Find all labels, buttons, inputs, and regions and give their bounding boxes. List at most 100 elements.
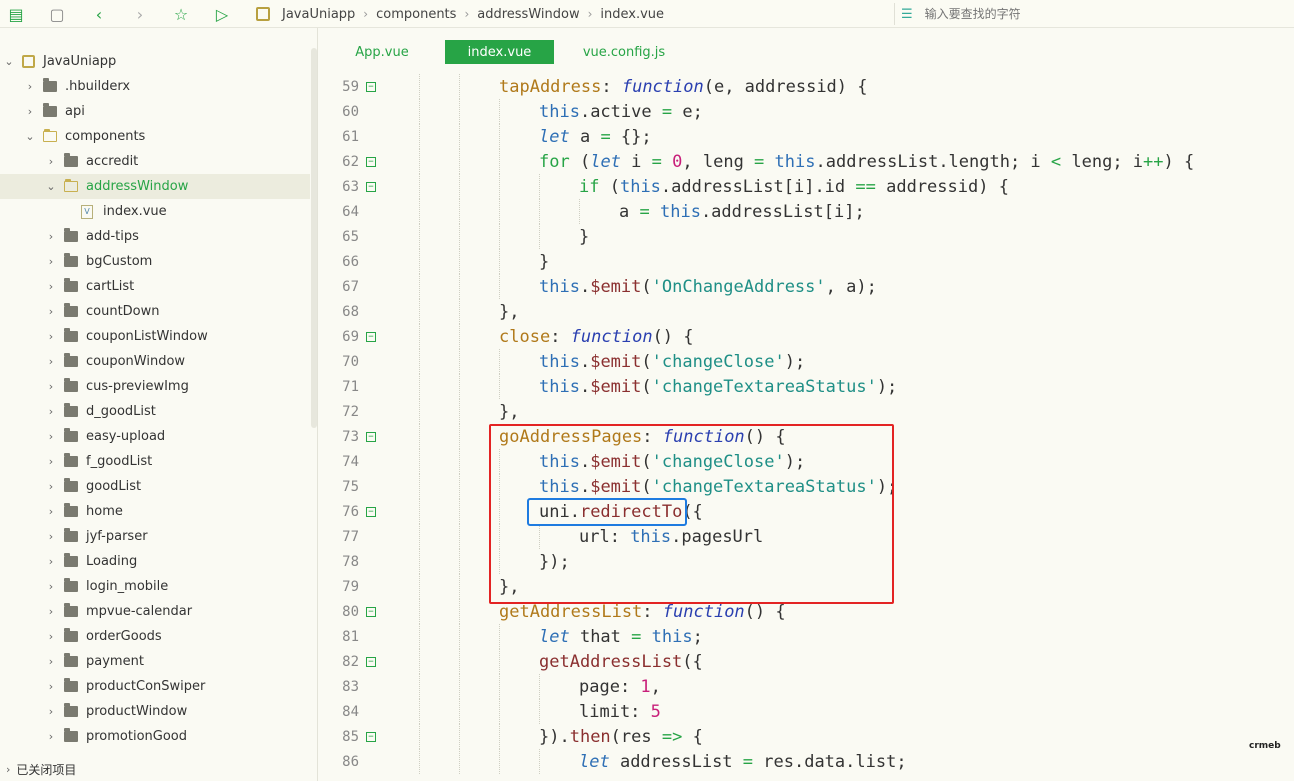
code-editor[interactable]: 59− tapAddress: function(e, addressid) {6… [319, 74, 1294, 781]
tree-item[interactable]: › productWindow [0, 699, 318, 724]
chevron-right-icon[interactable]: › [46, 405, 56, 418]
chevron-right-icon[interactable]: › [46, 555, 56, 568]
fold-toggle-icon[interactable]: − [366, 656, 376, 667]
tree-item[interactable]: › cartList [0, 274, 318, 299]
code-line[interactable]: 61 let a = {}; [319, 124, 1294, 149]
code-line[interactable]: 70 this.$emit('changeClose'); [319, 349, 1294, 374]
chevron-right-icon[interactable]: › [46, 305, 56, 318]
code-line[interactable]: 86 let addressList = res.data.list; [319, 749, 1294, 774]
fold-toggle-icon[interactable]: − [366, 81, 376, 92]
code-line[interactable]: 68}, [319, 299, 1294, 324]
search-input[interactable] [924, 7, 1225, 21]
tree-item[interactable]: › f_goodList [0, 449, 318, 474]
breadcrumb-item[interactable]: index.vue [600, 7, 664, 22]
tree-item[interactable]: › productConSwiper [0, 674, 318, 699]
tree-item[interactable]: › mpvue-calendar [0, 599, 318, 624]
fold-toggle-icon[interactable]: − [366, 156, 376, 167]
chevron-right-icon[interactable]: › [46, 630, 56, 643]
code-line[interactable]: 72}, [319, 399, 1294, 424]
breadcrumb-item[interactable]: addressWindow [477, 7, 579, 22]
run-icon[interactable]: ▷ [212, 4, 232, 24]
tab-index-vue[interactable]: index.vue [445, 40, 554, 64]
breadcrumb-item[interactable]: JavaUniapp [282, 7, 355, 22]
tree-item[interactable]: › add-tips [0, 224, 318, 249]
tree-item[interactable]: › .hbuilderx [0, 74, 318, 99]
chevron-right-icon[interactable]: › [46, 505, 56, 518]
code-line[interactable]: 69− close: function() { [319, 324, 1294, 349]
chevron-right-icon[interactable]: › [46, 680, 56, 693]
breadcrumb-item[interactable]: components [376, 7, 456, 22]
code-line[interactable]: 64 a = this.addressList[i]; [319, 199, 1294, 224]
code-line[interactable]: 81 let that = this; [319, 624, 1294, 649]
tree-item[interactable]: ⌄ components [0, 124, 318, 149]
fold-toggle-icon[interactable]: − [366, 181, 376, 192]
tree-item[interactable]: › login_mobile [0, 574, 318, 599]
chevron-down-icon[interactable]: ⌄ [25, 130, 35, 143]
tree-item[interactable]: › payment [0, 649, 318, 674]
tree-item[interactable]: › couponListWindow [0, 324, 318, 349]
code-line[interactable]: 83 page: 1, [319, 674, 1294, 699]
tree-item[interactable]: Vindex.vue [0, 199, 318, 224]
code-line[interactable]: 85−}).then(res => { [319, 724, 1294, 749]
back-icon[interactable]: ‹ [89, 4, 109, 24]
tree-item[interactable]: › promotionGood [0, 724, 318, 749]
tree-item[interactable]: › home [0, 499, 318, 524]
tab-vue-config-js[interactable]: vue.config.js [554, 40, 694, 64]
chevron-right-icon[interactable]: › [46, 455, 56, 468]
chevron-down-icon[interactable]: ⌄ [4, 55, 14, 68]
fold-toggle-icon[interactable]: − [366, 431, 376, 442]
tab-app-vue[interactable]: App.vue [319, 40, 445, 64]
code-line[interactable]: 60 this.active = e; [319, 99, 1294, 124]
chevron-right-icon[interactable]: › [25, 80, 35, 93]
code-line[interactable]: 67 this.$emit('OnChangeAddress', a); [319, 274, 1294, 299]
code-line[interactable]: 78}); [319, 549, 1294, 574]
code-line[interactable]: 59− tapAddress: function(e, addressid) { [319, 74, 1294, 99]
chevron-right-icon[interactable]: › [46, 255, 56, 268]
code-line[interactable]: 71 this.$emit('changeTextareaStatus'); [319, 374, 1294, 399]
code-line[interactable]: 76− uni.redirectTo({ [319, 499, 1294, 524]
sidebar-scrollbar[interactable] [311, 48, 317, 428]
chevron-right-icon[interactable]: › [46, 380, 56, 393]
chevron-right-icon[interactable]: › [25, 105, 35, 118]
chevron-right-icon[interactable]: › [46, 605, 56, 618]
chevron-right-icon[interactable]: › [46, 480, 56, 493]
tree-item[interactable]: › bgCustom [0, 249, 318, 274]
tree-item[interactable]: › jyf-parser [0, 524, 318, 549]
chevron-right-icon[interactable]: › [46, 530, 56, 543]
code-line[interactable]: 66} [319, 249, 1294, 274]
chevron-right-icon[interactable]: › [46, 230, 56, 243]
code-line[interactable]: 77 url: this.pagesUrl [319, 524, 1294, 549]
chevron-right-icon[interactable]: › [46, 330, 56, 343]
tree-item[interactable]: › easy-upload [0, 424, 318, 449]
chevron-right-icon[interactable]: › [46, 655, 56, 668]
chevron-right-icon[interactable]: › [46, 155, 56, 168]
chevron-right-icon[interactable]: › [46, 280, 56, 293]
chevron-right-icon[interactable]: › [46, 705, 56, 718]
code-line[interactable]: 65} [319, 224, 1294, 249]
code-line[interactable]: 79}, [319, 574, 1294, 599]
code-line[interactable]: 73− goAddressPages: function() { [319, 424, 1294, 449]
new-file-icon[interactable]: ▤ [6, 4, 26, 24]
fold-toggle-icon[interactable]: − [366, 331, 376, 342]
tree-item[interactable]: › goodList [0, 474, 318, 499]
tree-item[interactable]: › d_goodList [0, 399, 318, 424]
chevron-down-icon[interactable]: ⌄ [46, 180, 56, 193]
chevron-right-icon[interactable]: › [46, 430, 56, 443]
fold-toggle-icon[interactable]: − [366, 506, 376, 517]
tree-item[interactable]: › orderGoods [0, 624, 318, 649]
chevron-right-icon[interactable]: › [46, 355, 56, 368]
tree-item[interactable]: › accredit [0, 149, 318, 174]
fold-toggle-icon[interactable]: − [366, 606, 376, 617]
code-line[interactable]: 63− if (this.addressList[i].id == address… [319, 174, 1294, 199]
save-icon[interactable]: ▢ [47, 4, 67, 24]
forward-icon[interactable]: › [130, 4, 150, 24]
tree-item[interactable]: ⌄ addressWindow [0, 174, 310, 199]
tree-item[interactable]: › countDown [0, 299, 318, 324]
code-line[interactable]: 75 this.$emit('changeTextareaStatus'); [319, 474, 1294, 499]
code-line[interactable]: 84 limit: 5 [319, 699, 1294, 724]
code-line[interactable]: 82− getAddressList({ [319, 649, 1294, 674]
fold-toggle-icon[interactable]: − [366, 731, 376, 742]
chevron-right-icon[interactable]: › [46, 580, 56, 593]
tree-item[interactable]: › api [0, 99, 318, 124]
chevron-right-icon[interactable]: › [46, 730, 56, 743]
